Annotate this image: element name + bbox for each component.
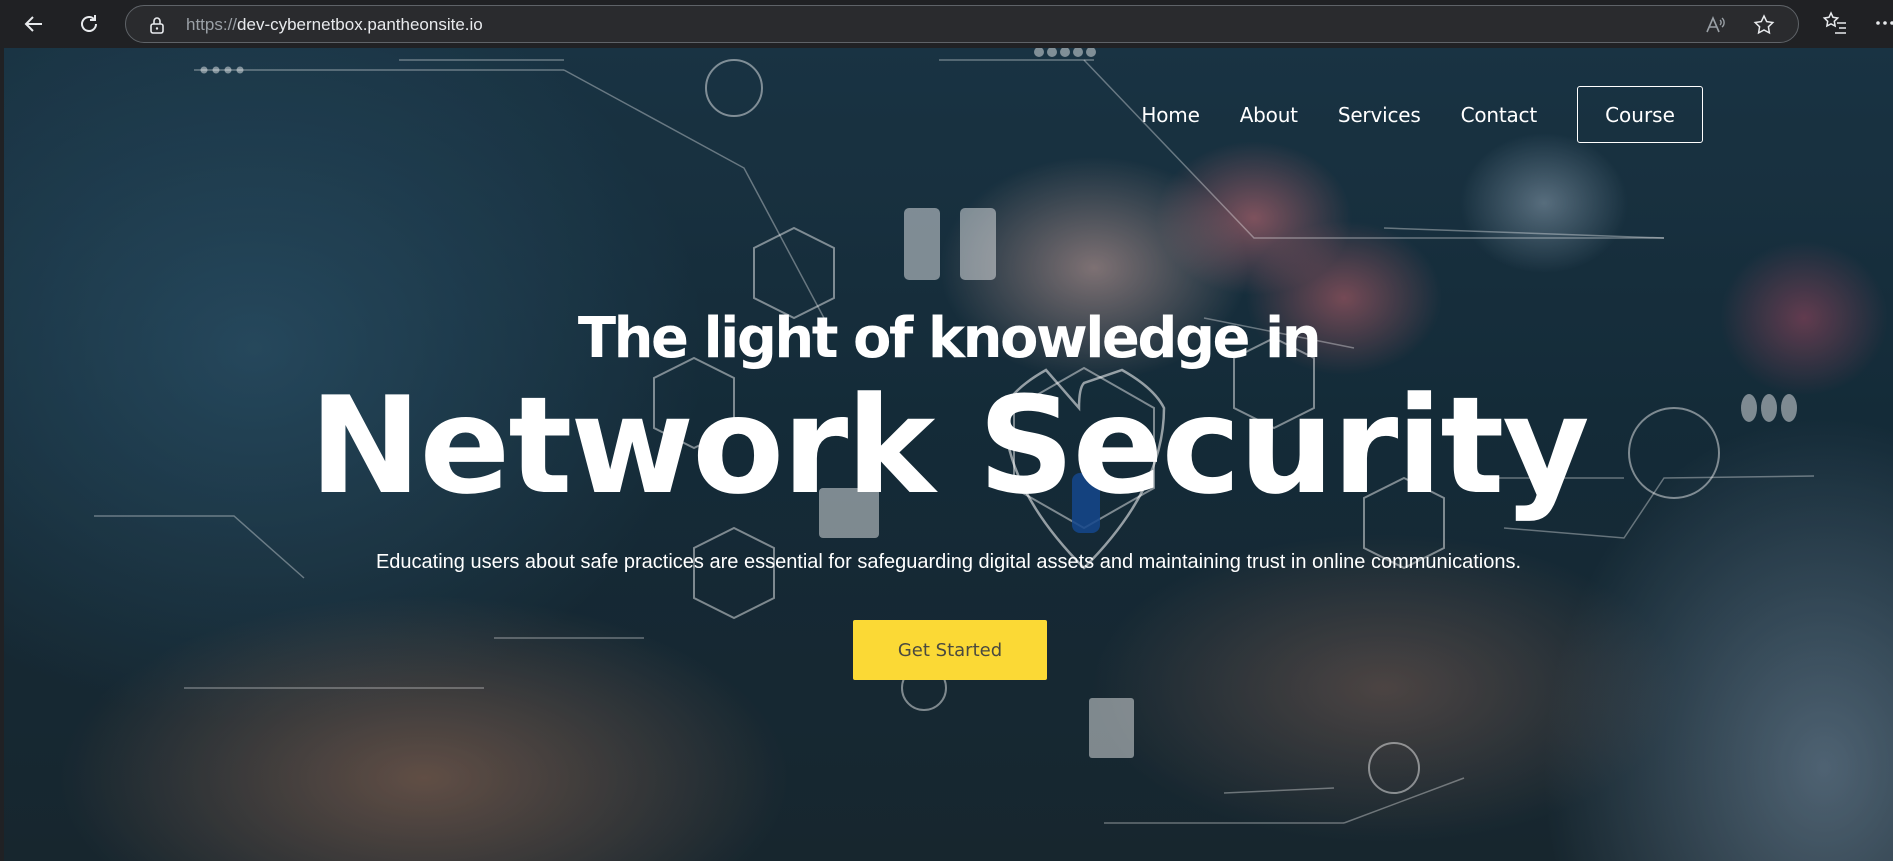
nav-about-link[interactable]: About — [1240, 103, 1298, 127]
url-text[interactable]: https://dev-cybernetbox.pantheonsite.io — [186, 15, 483, 35]
nav-services-link[interactable]: Services — [1338, 103, 1421, 127]
hero-heading-line1: The light of knowledge in — [577, 306, 1322, 371]
nav-contact-link[interactable]: Contact — [1461, 103, 1538, 127]
nav-home-link[interactable]: Home — [1141, 103, 1199, 127]
address-bar[interactable]: https://dev-cybernetbox.pantheonsite.io — [125, 5, 1799, 43]
back-icon[interactable] — [18, 8, 50, 40]
course-button[interactable]: Course — [1577, 86, 1703, 143]
read-aloud-icon[interactable] — [1704, 14, 1726, 36]
url-host: dev-cybernetbox.pantheonsite.io — [237, 15, 483, 34]
get-started-button[interactable]: Get Started — [853, 620, 1047, 680]
refresh-icon[interactable] — [73, 8, 105, 40]
hero-heading-line2: Network Security — [309, 368, 1589, 524]
browser-toolbar: https://dev-cybernetbox.pantheonsite.io — [0, 0, 1893, 48]
favorites-list-icon[interactable] — [1822, 10, 1848, 36]
more-icon[interactable] — [1875, 10, 1893, 36]
favorite-star-icon[interactable] — [1753, 14, 1775, 36]
hero-section: Home About Services Contact Course The l… — [4, 48, 1893, 861]
hero-subtitle: Educating users about safe practices are… — [375, 551, 1522, 573]
lock-icon[interactable] — [148, 16, 166, 34]
main-nav: Home About Services Contact Course — [1141, 86, 1703, 143]
url-protocol: https:// — [186, 15, 238, 34]
